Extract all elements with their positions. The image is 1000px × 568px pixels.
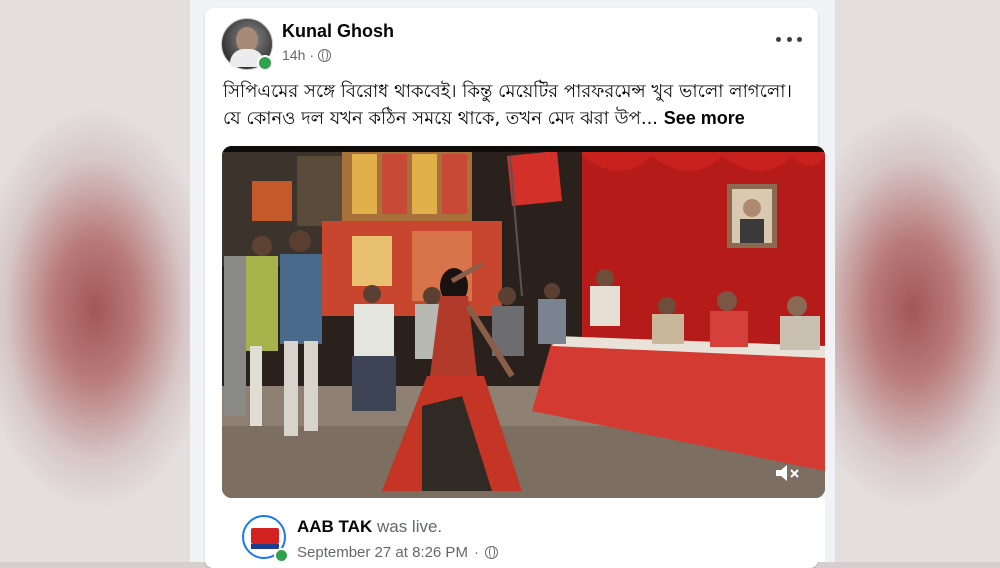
see-more-link[interactable]: See more [664, 108, 745, 128]
feed-column: Kunal Ghosh 14h · সিপিএমের সঙ্গে বিরোধ থ… [190, 0, 835, 568]
dot-icon [797, 36, 802, 42]
meta-separator: · [309, 47, 315, 63]
date-separator: · [473, 544, 479, 561]
globe-icon[interactable] [318, 48, 332, 62]
live-status: was live. [376, 517, 443, 536]
more-options-icon[interactable] [776, 32, 802, 46]
page-name[interactable]: AAB TAK [297, 517, 372, 536]
muted-speaker-icon[interactable] [774, 462, 802, 484]
globe-icon[interactable] [484, 546, 498, 559]
live-date-meta: September 27 at 8:26 PM · [297, 544, 498, 561]
post-meta: 14h · [282, 47, 332, 63]
online-status-icon [257, 55, 273, 71]
background-left [0, 0, 190, 562]
video-frame [222, 146, 825, 498]
logo-blue-bar [251, 544, 279, 549]
shared-live-footer: AAB TAK was live. September 27 at 8:26 P… [222, 498, 825, 563]
live-date[interactable]: September 27 at 8:26 PM [297, 544, 468, 561]
dot-icon [786, 36, 792, 42]
video-player[interactable] [222, 146, 825, 498]
post-time[interactable]: 14h [282, 47, 305, 63]
dot-icon [776, 36, 781, 42]
author-name[interactable]: Kunal Ghosh [282, 21, 394, 42]
post-text: সিপিএমের সঙ্গে বিরোধ থাকবেই। কিন্তু মেয়… [223, 78, 813, 132]
background-right [825, 0, 1000, 562]
page-online-icon [274, 548, 289, 563]
logo-red-block [251, 528, 279, 544]
live-line: AAB TAK was live. [297, 517, 442, 537]
